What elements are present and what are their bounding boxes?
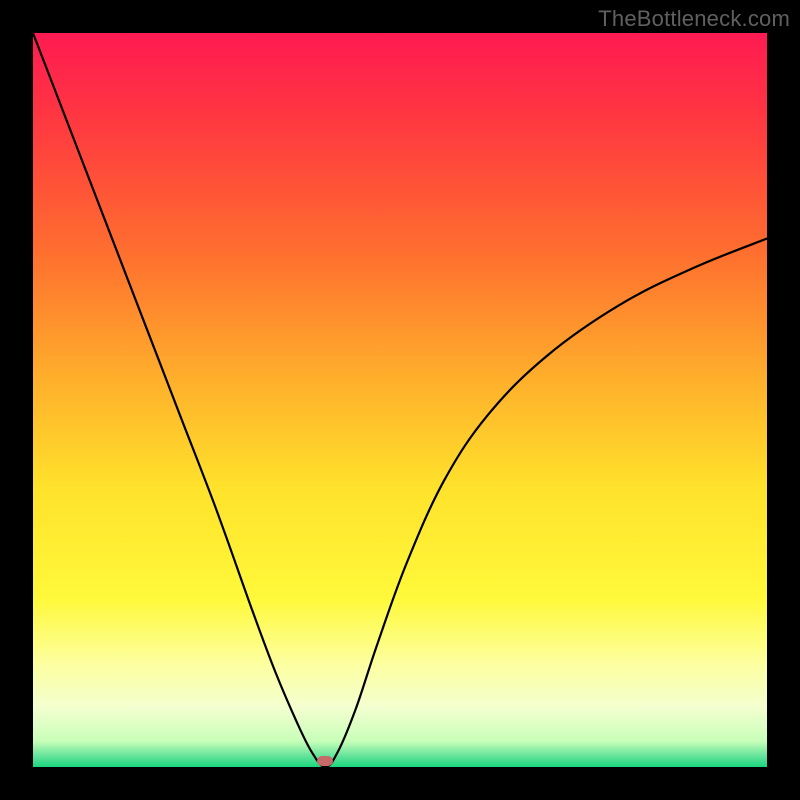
- curve-layer: [33, 33, 767, 767]
- plot-area: [33, 33, 767, 767]
- optimum-marker: [317, 756, 333, 766]
- watermark-text: TheBottleneck.com: [598, 6, 790, 32]
- chart-frame: TheBottleneck.com: [0, 0, 800, 800]
- bottleneck-curve: [33, 33, 767, 767]
